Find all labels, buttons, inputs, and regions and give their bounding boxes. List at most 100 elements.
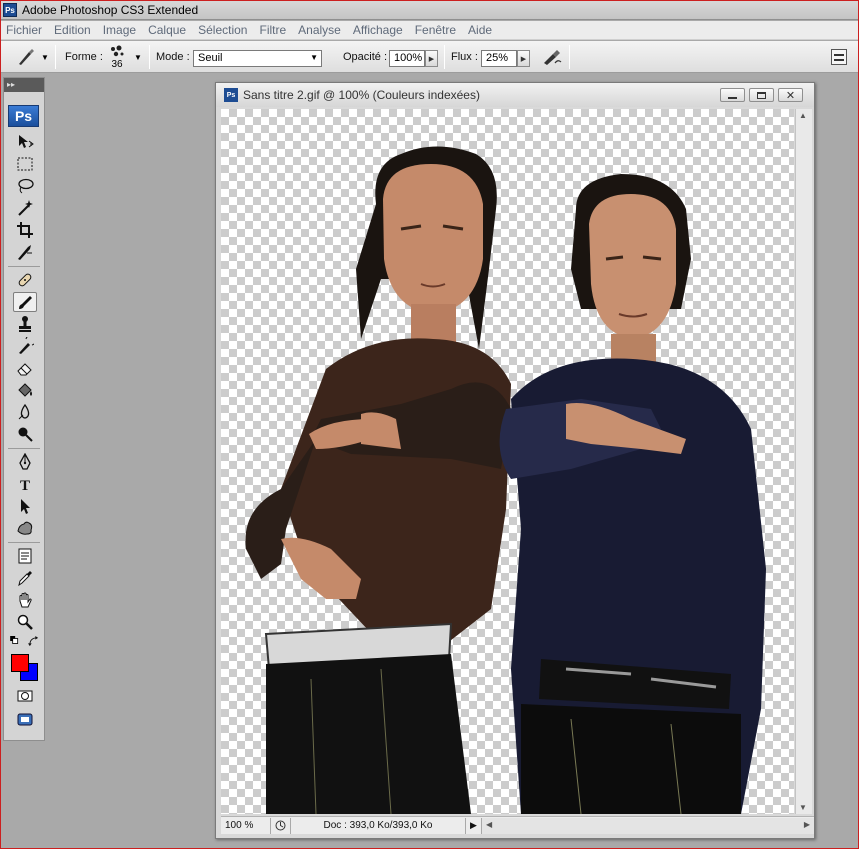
menu-aide[interactable]: Aide	[463, 23, 497, 37]
menu-edition[interactable]: Edition	[49, 23, 96, 37]
forme-label: Forme :	[65, 51, 103, 63]
options-divider	[149, 45, 150, 69]
svg-text:T: T	[20, 478, 30, 493]
quick-mask-icon[interactable]	[13, 686, 37, 706]
flux-input[interactable]: 25%	[481, 50, 517, 67]
toolbox: ▸▸ Ps T	[3, 77, 45, 741]
document-title-bar[interactable]: Ps Sans titre 2.gif @ 100% (Couleurs ind…	[216, 83, 814, 107]
eyedropper-tool-icon[interactable]	[13, 568, 37, 588]
document-window: Ps Sans titre 2.gif @ 100% (Couleurs ind…	[215, 82, 815, 839]
menu-filtre[interactable]: Filtre	[254, 23, 291, 37]
custom-shape-tool-icon[interactable]	[13, 518, 37, 538]
foreground-color-swatch[interactable]	[11, 654, 29, 672]
blur-tool-icon[interactable]	[13, 402, 37, 422]
options-bar: ▼ Forme : 36 ▼ Mode : Seuil ▼ Opacité :	[1, 41, 858, 73]
photoshop-logo[interactable]: Ps	[8, 105, 39, 127]
options-divider	[569, 45, 570, 69]
zoom-level-field[interactable]: 100 %	[221, 817, 271, 834]
brush-preset-icon	[19, 49, 34, 65]
maximize-button[interactable]	[749, 88, 774, 102]
opacite-label: Opacité :	[343, 51, 388, 63]
menu-fenetre[interactable]: Fenêtre	[410, 23, 461, 37]
vertical-scrollbar[interactable]: ▲ ▼	[795, 109, 812, 814]
left-figure	[245, 146, 511, 814]
menu-affichage[interactable]: Affichage	[348, 23, 408, 37]
dodge-tool-icon[interactable]	[13, 424, 37, 444]
chevron-down-icon: ▼	[41, 52, 49, 62]
toolbox-divider	[8, 542, 40, 543]
app-title: Adobe Photoshop CS3 Extended	[22, 3, 199, 17]
maximize-icon	[757, 91, 766, 99]
brush-tip-icon	[111, 45, 124, 56]
zoom-tool-icon[interactable]	[13, 612, 37, 632]
type-tool-icon[interactable]: T	[13, 474, 37, 494]
opacite-input[interactable]: 100%	[389, 50, 425, 67]
tool-preset-picker[interactable]: ▼	[15, 41, 49, 73]
right-figure	[499, 174, 766, 814]
path-selection-tool-icon[interactable]	[13, 496, 37, 516]
menu-bar: Fichier Edition Image Calque Sélection F…	[1, 21, 858, 40]
close-button[interactable]: ✕	[778, 88, 803, 102]
hand-tool-icon[interactable]	[13, 590, 37, 610]
toolbox-divider	[8, 448, 40, 449]
brush-shape-picker[interactable]: 36	[109, 41, 125, 73]
brush-size-value: 36	[111, 58, 123, 70]
paint-bucket-tool-icon[interactable]	[13, 380, 37, 400]
scroll-left-icon[interactable]: ◀	[486, 820, 492, 829]
eraser-tool-icon[interactable]	[13, 358, 37, 378]
airbrush-icon	[544, 50, 562, 65]
palette-well-icon[interactable]	[831, 49, 847, 65]
options-divider	[55, 45, 56, 69]
mode-value: Seuil	[198, 52, 223, 64]
mode-select[interactable]: Seuil ▼	[193, 50, 322, 67]
flux-slider-button[interactable]: ▶	[517, 50, 530, 67]
screen-mode-icon[interactable]	[13, 710, 37, 730]
photoshop-app-icon: Ps	[3, 3, 17, 17]
document-icon: Ps	[224, 88, 238, 102]
title-bar: Ps Adobe Photoshop CS3 Extended	[1, 1, 858, 20]
chevron-down-icon: ▼	[310, 53, 318, 62]
history-brush-tool-icon[interactable]	[13, 336, 37, 356]
minimize-button[interactable]	[720, 88, 745, 102]
status-menu-arrow-icon[interactable]: ▶	[466, 817, 482, 834]
close-icon: ✕	[785, 89, 796, 102]
menu-image[interactable]: Image	[98, 23, 141, 37]
move-tool-icon[interactable]	[13, 132, 37, 152]
lasso-tool-icon[interactable]	[13, 176, 37, 196]
doc-size-info: Doc : 393,0 Ko/393,0 Ko	[291, 817, 466, 834]
menu-selection[interactable]: Sélection	[193, 23, 252, 37]
photoshop-window: Ps Adobe Photoshop CS3 Extended Fichier …	[1, 1, 858, 848]
marquee-tool-icon[interactable]	[13, 154, 37, 174]
airbrush-button[interactable]	[541, 41, 563, 73]
chevron-down-icon[interactable]: ▼	[134, 41, 142, 73]
image-canvas[interactable]	[221, 109, 794, 814]
default-colors-icon[interactable]	[8, 634, 24, 648]
scroll-right-icon[interactable]: ▶	[804, 820, 810, 829]
toolbox-divider	[8, 266, 40, 267]
opacite-slider-button[interactable]: ▶	[425, 50, 438, 67]
clone-stamp-tool-icon[interactable]	[13, 314, 37, 334]
minimize-icon	[728, 96, 737, 99]
mode-label: Mode :	[156, 51, 190, 63]
magic-wand-tool-icon[interactable]	[13, 198, 37, 218]
brush-tool-icon[interactable]	[13, 292, 37, 312]
scroll-up-icon[interactable]: ▲	[799, 111, 807, 120]
swap-colors-icon[interactable]	[26, 634, 40, 648]
toolbox-grip[interactable]: ▸▸	[4, 78, 44, 92]
menu-analyse[interactable]: Analyse	[293, 23, 346, 37]
scroll-down-icon[interactable]: ▼	[799, 803, 807, 812]
document-title: Sans titre 2.gif @ 100% (Couleurs indexé…	[243, 88, 480, 102]
notes-tool-icon[interactable]	[13, 546, 37, 566]
flux-label: Flux :	[451, 51, 478, 63]
slice-tool-icon[interactable]	[13, 242, 37, 262]
healing-brush-tool-icon[interactable]	[13, 270, 37, 290]
pen-tool-icon[interactable]	[13, 452, 37, 472]
wrestlers-photo	[245, 146, 766, 814]
menu-calque[interactable]: Calque	[143, 23, 191, 37]
options-divider	[444, 45, 445, 69]
document-status-bar: 100 % Doc : 393,0 Ko/393,0 Ko ▶ ◀ ▶	[221, 816, 814, 834]
crop-tool-icon[interactable]	[13, 220, 37, 240]
menu-fichier[interactable]: Fichier	[1, 23, 47, 37]
horizontal-scrollbar[interactable]: ◀ ▶	[482, 817, 814, 834]
status-options-icon[interactable]	[271, 817, 291, 834]
